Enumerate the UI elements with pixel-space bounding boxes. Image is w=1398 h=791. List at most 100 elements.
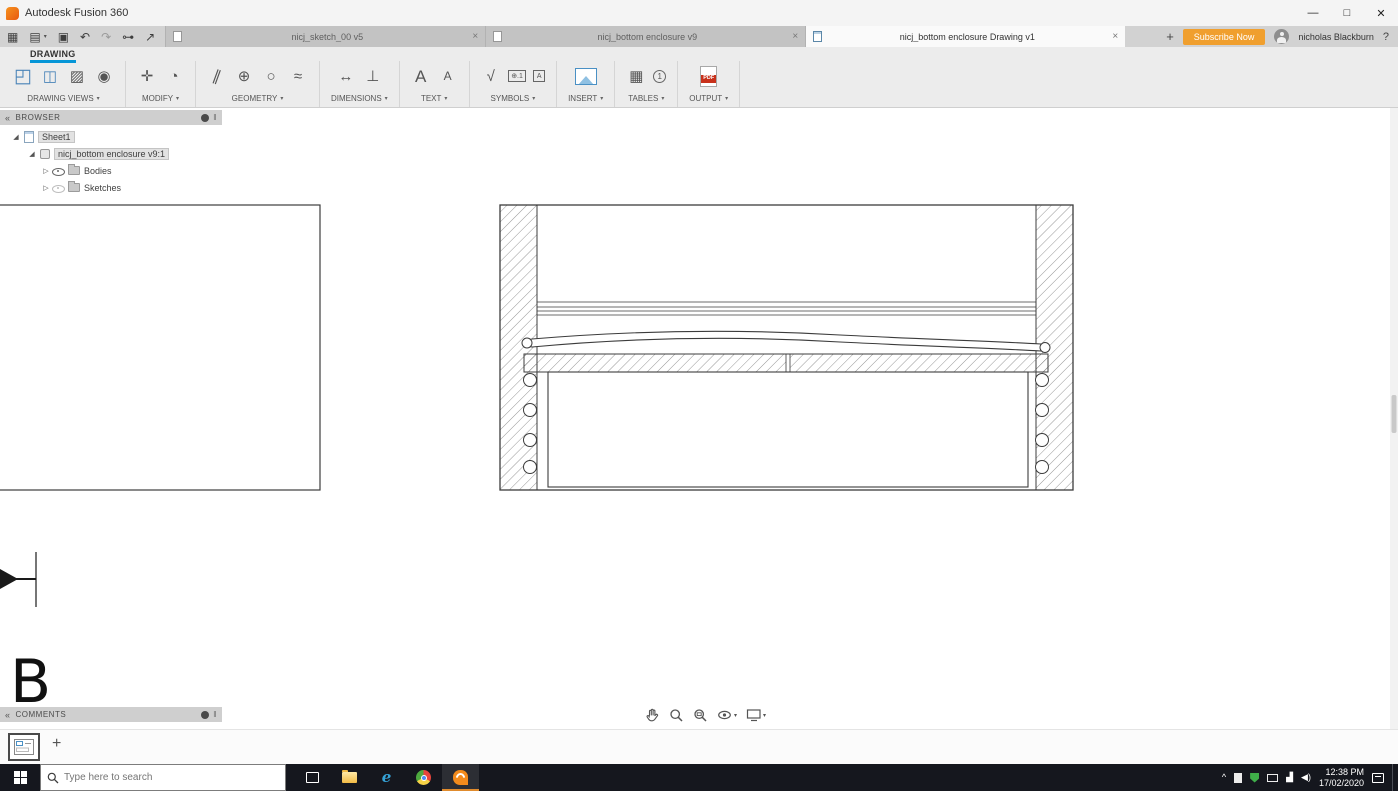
user-avatar[interactable] (1274, 29, 1290, 44)
group-label-output[interactable]: OUTPUT ▾ (689, 94, 728, 103)
expanded-icon[interactable]: ◢ (26, 150, 38, 158)
section-drawing-view[interactable] (499, 204, 1074, 491)
undo-icon[interactable]: ↶ (80, 31, 90, 43)
app-grid-menu-icon[interactable]: ▦ (7, 31, 18, 43)
zoom-window-icon[interactable] (693, 708, 708, 723)
minimize-button[interactable]: — (1296, 0, 1330, 26)
add-sheet-button[interactable]: + (52, 735, 61, 753)
tree-item-component[interactable]: ◢ nicj_bottom enclosure v9:1 (0, 145, 222, 162)
balloon-icon[interactable]: 1 (653, 69, 667, 83)
dimension-icon[interactable]: ↔ (336, 64, 356, 88)
panel-grip-icon[interactable]: ‖ (213, 710, 217, 719)
line-icon[interactable]: ∥ (203, 61, 230, 90)
maximize-button[interactable]: □ (1330, 0, 1364, 26)
comments-panel-bar[interactable]: « COMMENTS ‖ (0, 707, 222, 722)
tab-nicj-bottom-enclosure[interactable]: nicj_bottom enclosure v9 × (485, 26, 806, 47)
taskbar-search[interactable] (40, 764, 286, 791)
search-input[interactable] (64, 772, 264, 783)
tab-close-icon[interactable]: × (792, 31, 798, 42)
tree-item-sketches[interactable]: ▷ Sketches (0, 179, 222, 196)
show-desktop-strip[interactable] (1392, 764, 1393, 791)
section-view-icon[interactable]: ▨ (67, 64, 87, 88)
internet-explorer-button[interactable]: e (368, 764, 405, 791)
dropdown-caret-icon[interactable]: ▾ (763, 712, 766, 719)
display-tray-icon[interactable] (1267, 773, 1279, 782)
action-center-icon[interactable] (1372, 772, 1384, 783)
tab-close-icon[interactable]: × (1112, 31, 1118, 42)
subscribe-button[interactable]: Subscribe Now (1182, 28, 1266, 45)
pan-icon[interactable] (644, 707, 660, 723)
tray-app-icon[interactable] (1234, 772, 1243, 783)
group-label-dimensions[interactable]: DIMENSIONS ▾ (331, 94, 388, 103)
share-icon[interactable]: ↗ (145, 31, 155, 43)
scrollbar-thumb[interactable] (1391, 395, 1397, 433)
panel-options-icon[interactable] (201, 710, 210, 719)
base-view-icon[interactable]: ◰ (13, 64, 33, 88)
browser-panel-bar[interactable]: « BROWSER ‖ (0, 110, 222, 125)
collapse-panel-icon[interactable]: « (5, 113, 11, 123)
start-button[interactable] (0, 764, 40, 791)
left-drawing-view[interactable] (0, 204, 321, 491)
display-settings-icon[interactable]: ▾ (746, 708, 766, 722)
group-label-tables[interactable]: TABLES ▾ (628, 94, 664, 103)
group-label-text[interactable]: TEXT ▾ (421, 94, 447, 103)
zoom-icon[interactable] (669, 708, 684, 723)
tree-item-sheet1[interactable]: ◢ Sheet1 (0, 128, 222, 145)
panel-options-icon[interactable] (201, 113, 210, 122)
close-button[interactable]: ✕ (1364, 0, 1398, 26)
sheet1-tab[interactable] (8, 733, 40, 761)
link-icon[interactable]: ⊶ (122, 31, 134, 43)
center-mark-icon[interactable]: ⊕ (234, 64, 254, 88)
tab-nicj-sketch-00[interactable]: nicj_sketch_00 v5 × (165, 26, 486, 47)
file-explorer-button[interactable] (331, 764, 368, 791)
spline-icon[interactable]: ≈ (288, 64, 308, 88)
volume-icon[interactable]: ◀) (1301, 773, 1311, 782)
taskbar-clock[interactable]: 12:38 PM 17/02/2020 (1319, 767, 1364, 789)
ordinate-dimension-icon[interactable]: ⊥ (363, 64, 383, 88)
task-view-button[interactable] (294, 764, 331, 791)
group-label-symbols[interactable]: SYMBOLS ▾ (491, 94, 536, 103)
username-label[interactable]: nicholas Blackburn (1298, 32, 1374, 42)
group-label-modify[interactable]: MODIFY ▾ (142, 94, 179, 103)
group-label-drawing-views[interactable]: DRAWING VIEWS ▾ (27, 94, 99, 103)
projected-view-icon[interactable]: ◫ (40, 64, 60, 88)
tray-expand-icon[interactable]: ^ (1222, 773, 1226, 782)
table-icon[interactable]: ▦ (626, 64, 646, 88)
feature-control-frame-icon[interactable]: ⊕.1 (507, 70, 527, 82)
fusion360-button[interactable] (442, 764, 479, 791)
collapse-panel-icon[interactable]: « (5, 710, 11, 720)
visibility-eye-icon[interactable] (52, 166, 65, 176)
circle-icon[interactable]: ○ (261, 64, 281, 88)
canvas-scrollbar[interactable] (1390, 108, 1398, 729)
look-at-icon[interactable]: ▾ (717, 708, 737, 722)
tab-close-icon[interactable]: × (472, 31, 478, 42)
new-tab-button[interactable]: + (1166, 29, 1174, 44)
panel-grip-icon[interactable]: ‖ (213, 113, 217, 122)
visibility-eye-off-icon[interactable] (52, 183, 65, 193)
drawing-canvas[interactable]: B « BROWSER ‖ ◢ Sheet1 ◢ nicj_bottom enc… (0, 108, 1398, 729)
leader-text-icon[interactable]: A (438, 64, 458, 88)
insert-image-icon[interactable] (574, 67, 597, 85)
collapsed-icon[interactable]: ▷ (40, 167, 52, 175)
dropdown-caret-icon[interactable]: ▾ (734, 712, 737, 719)
text-icon[interactable]: A (411, 64, 431, 88)
tree-item-bodies[interactable]: ▷ Bodies (0, 162, 222, 179)
surface-finish-icon[interactable]: √ (481, 64, 501, 88)
section-line-marker[interactable]: B (0, 552, 51, 717)
collapsed-icon[interactable]: ▷ (40, 184, 52, 192)
group-label-geometry[interactable]: GEOMETRY ▾ (232, 94, 284, 103)
expanded-icon[interactable]: ◢ (10, 133, 22, 141)
datum-identifier-icon[interactable]: A (533, 70, 546, 82)
output-pdf-icon[interactable]: PDF (700, 65, 718, 87)
group-label-insert[interactable]: INSERT ▾ (568, 94, 603, 103)
file-menu-caret-icon[interactable]: ▾ (44, 33, 47, 40)
save-icon[interactable]: ▣ (58, 31, 69, 43)
redo-icon[interactable]: ↷ (101, 31, 111, 43)
defender-shield-icon[interactable] (1250, 772, 1260, 783)
tab-nicj-bottom-enclosure-drawing[interactable]: nicj_bottom enclosure Drawing v1 × (805, 26, 1126, 47)
move-copy-icon[interactable]: ✛ (137, 64, 157, 88)
rotate-icon[interactable]: ◔ (164, 64, 184, 88)
network-signal-icon[interactable]: ▟ (1286, 773, 1293, 782)
file-menu-icon[interactable]: ▤ (29, 31, 40, 43)
chrome-button[interactable] (405, 764, 442, 791)
